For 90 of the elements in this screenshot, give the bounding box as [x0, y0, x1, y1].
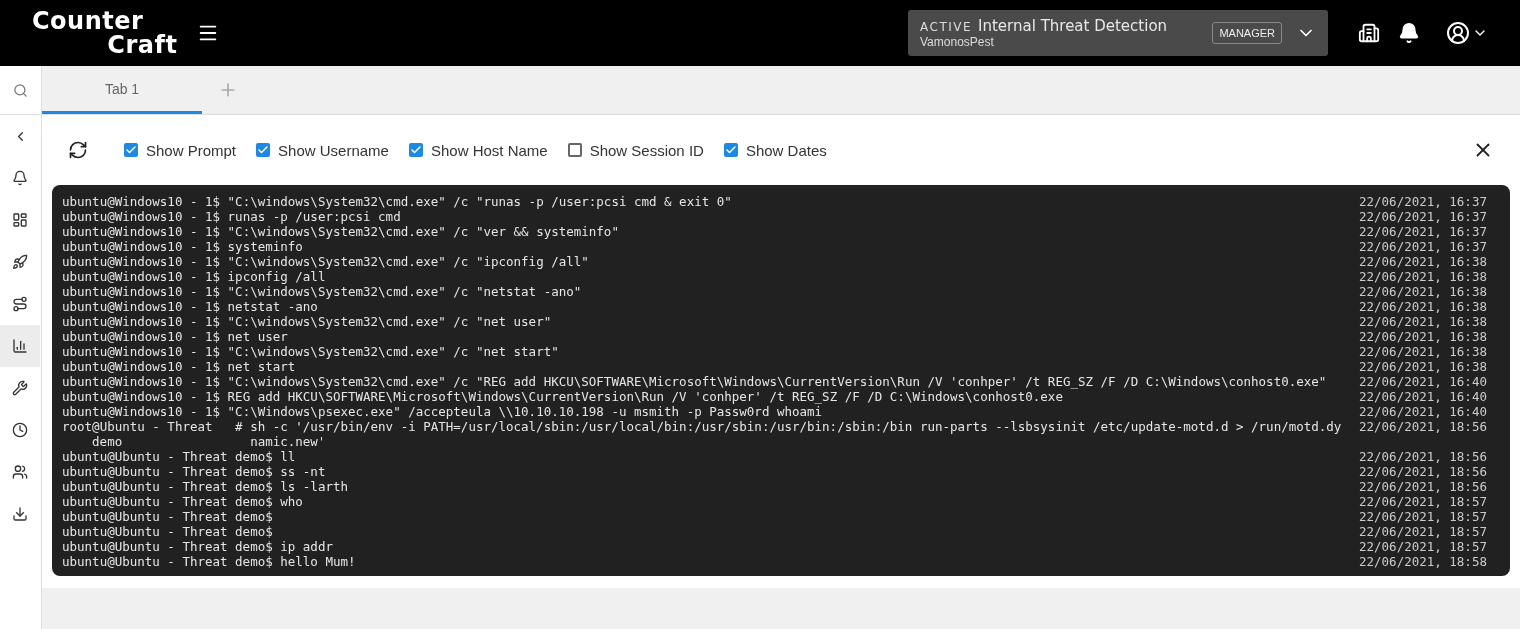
terminal-prompt: ubuntu@Windows10 - 1$: [62, 374, 221, 389]
terminal-command: systeminfo: [226, 239, 304, 254]
terminal-date: 22/06/2021, 18:58: [1359, 554, 1486, 569]
terminal-command: ss -nt: [279, 464, 327, 479]
terminal-prompt: ubuntu@Windows10 - 1$: [62, 209, 221, 224]
terminal-prompt: ubuntu@Windows10 - 1$: [62, 389, 221, 404]
terminal-date: 22/06/2021, 16:37: [1359, 239, 1486, 254]
terminal-prompt: ubuntu@Ubuntu - Threat demo$: [62, 539, 273, 554]
terminal-prompt: ubuntu@Ubuntu - Threat demo$: [62, 554, 273, 569]
project-status: ACTIVE: [920, 20, 973, 34]
search-icon[interactable]: [13, 82, 28, 98]
terminal-date: 22/06/2021, 16:38: [1359, 254, 1486, 269]
terminal-date: 22/06/2021, 18:57: [1359, 539, 1486, 554]
terminal-date: 22/06/2021, 18:56: [1359, 464, 1486, 479]
terminal-date: 22/06/2021, 18:56: [1359, 449, 1486, 464]
terminal-command: "C:\windows\System32\cmd.exe" /c "netstat -ano": [226, 284, 583, 299]
building-icon[interactable]: [1358, 22, 1380, 44]
terminal-prompt: ubuntu@Windows10 - 1$: [62, 359, 221, 374]
terminal-date: 22/06/2021, 16:37: [1359, 194, 1486, 209]
terminal-date: 22/06/2021, 18:57: [1359, 494, 1486, 509]
terminal-command: who: [279, 494, 304, 509]
terminal-command: "C:\windows\System32\cmd.exe" /c "net start": [226, 344, 560, 359]
terminal-date: 22/06/2021, 16:38: [1359, 269, 1486, 284]
terminal-prompt: ubuntu@Windows10 - 1$: [62, 194, 221, 209]
terminal-command: ip addr: [279, 539, 334, 554]
terminal-prompt: ubuntu@Windows10 - 1$: [62, 239, 221, 254]
checkbox-label: Show Username: [278, 141, 389, 159]
checkbox-label: Show Session ID: [589, 141, 704, 159]
terminal-date: 22/06/2021, 16:38: [1359, 359, 1486, 374]
terminal-date: 22/06/2021, 16:40: [1359, 404, 1486, 419]
checkbox[interactable]: [124, 143, 138, 157]
checkbox[interactable]: [256, 143, 271, 157]
terminal-command: ls -larth: [279, 479, 349, 494]
terminal-prompt: ubuntu@Windows10 - 1$: [62, 329, 221, 344]
terminal-prompt: ubuntu@Windows10 - 1$: [62, 404, 221, 419]
terminal-date: 22/06/2021, 16:38: [1359, 344, 1486, 359]
terminal-prompt: ubuntu@Windows10 - 1$: [62, 224, 221, 239]
terminal-prompt: ubuntu@Ubuntu - Threat demo$: [62, 524, 273, 539]
terminal-prompt: ubuntu@Ubuntu - Threat demo$: [62, 464, 273, 479]
terminal-prompt-symbol: #: [235, 419, 244, 434]
terminal-command: "C:\windows\System32\cmd.exe" /c "net user": [226, 314, 553, 329]
terminal-date: 22/06/2021, 16:37: [1359, 209, 1486, 224]
terminal-date: 22/06/2021, 18:57: [1359, 509, 1486, 524]
terminal-prompt: ubuntu@Ubuntu - Threat demo$: [62, 509, 273, 524]
terminal-command: "C:\windows\System32\cmd.exe" /c "ver && systeminfo": [226, 224, 620, 239]
terminal-prompt: ubuntu@Ubuntu - Threat demo$: [62, 494, 273, 509]
terminal-command: net user: [226, 329, 289, 344]
terminal-command: "C:\Windows\psexec.exe" /accepteula \\10.10.10.198 -u msmith -p Passw0rd whoami: [226, 404, 824, 419]
terminal-date: 22/06/2021, 16:40: [1359, 389, 1486, 404]
terminal-command: netstat -ano: [226, 299, 319, 314]
checkbox-label: Show Host Name: [430, 141, 548, 159]
terminal-date: 22/06/2021, 18:57: [1359, 524, 1486, 539]
role-badge: MANAGER: [1212, 22, 1282, 44]
terminal-prompt: ubuntu@Ubuntu - Threat demo$: [62, 479, 273, 494]
checkbox-label: Show Dates: [745, 141, 827, 159]
terminal-command: ll: [279, 449, 297, 464]
terminal-date: 22/06/2021, 16:38: [1359, 299, 1486, 314]
terminal-command: hello Mum!: [279, 554, 357, 569]
terminal-date: 22/06/2021, 18:56: [1359, 479, 1486, 494]
terminal-date: 22/06/2021, 16:38: [1359, 284, 1486, 299]
checkbox-label: Show Prompt: [146, 141, 237, 159]
logo: Counter Craft: [32, 9, 178, 57]
bar-chart-icon[interactable]: [0, 325, 40, 367]
terminal-prompt: ubuntu@Windows10 - 1$: [62, 344, 221, 359]
bell-icon[interactable]: [1398, 22, 1420, 44]
terminal-date: 22/06/2021, 16:40: [1359, 374, 1486, 389]
terminal-prompt: ubuntu@Windows10 - 1$: [62, 314, 221, 329]
project-selector[interactable]: ACTIVE Internal Threat Detection VamonosPest MANAGER: [908, 10, 1328, 56]
terminal-command: "C:\windows\System32\cmd.exe" /c "REG add HKCU\SOFTWARE\Microsoft\Windows\CurrentVersion\Run /V 'conhper' /t REG_SZ /F /D C:\Windows\conhost0.exe": [226, 374, 1328, 389]
terminal-command: "C:\windows\System32\cmd.exe" /c "runas -p /user:pcsi cmd & exit 0": [226, 194, 733, 209]
terminal-date: 22/06/2021, 18:56: [1359, 419, 1486, 434]
terminal-date: 22/06/2021, 16:38: [1359, 329, 1486, 344]
project-client: VamonosPest: [920, 35, 995, 49]
terminal-command: net start: [226, 359, 297, 374]
terminal-prompt: ubuntu@Windows10 - 1$: [62, 284, 221, 299]
terminal-prompt: ubuntu@Windows10 - 1$: [62, 254, 221, 269]
checkbox[interactable]: [408, 143, 423, 157]
terminal-date: 22/06/2021, 16:38: [1359, 314, 1486, 329]
terminal-command: "C:\windows\System32\cmd.exe" /c "ipconfig /all": [226, 254, 590, 269]
refresh-icon[interactable]: [68, 140, 88, 160]
checkbox[interactable]: [567, 143, 582, 157]
terminal-command: REG add HKCU\SOFTWARE\Microsoft\Windows\CurrentVersion\Run /V 'conhper' /t REG_SZ /F /D C:\Windows\conhost0.exe: [226, 389, 1064, 404]
checkbox[interactable]: [723, 143, 738, 157]
terminal-prompt: ubuntu@Windows10 - 1$: [62, 269, 221, 284]
terminal-command: ipconfig /all: [226, 269, 327, 284]
project-name: Internal Threat Detection: [978, 17, 1168, 35]
terminal-date: 22/06/2021, 16:37: [1359, 224, 1486, 239]
terminal-prompt: ubuntu@Ubuntu - Threat demo$: [62, 449, 273, 464]
terminal-prompt: ubuntu@Windows10 - 1$: [62, 299, 221, 314]
terminal-command: runas -p /user:pcsi cmd: [226, 209, 402, 224]
